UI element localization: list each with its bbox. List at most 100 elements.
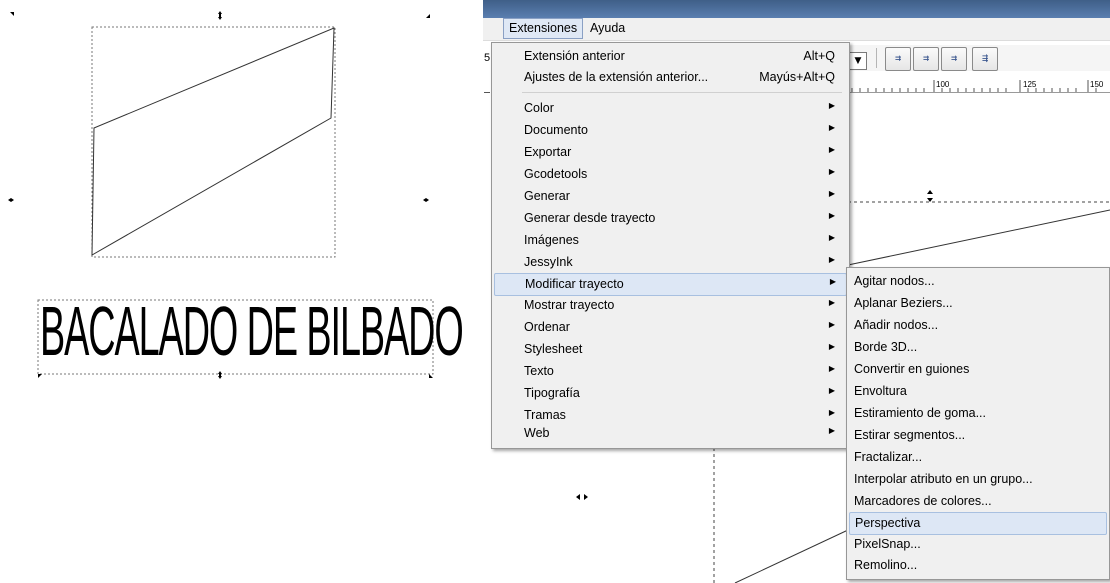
submenu-item-envoltura[interactable]: Envoltura	[849, 381, 1105, 402]
canvas-text-object[interactable]: BACALADO DE BILBADO	[40, 286, 464, 376]
scale-handle[interactable]	[429, 374, 433, 378]
toolbar-separator	[876, 48, 877, 68]
menu-item-color[interactable]: Color ▶	[494, 98, 845, 119]
submenu-item-perspectiva[interactable]: Perspectiva	[849, 512, 1107, 535]
menu-item-imagenes[interactable]: Imágenes ▶	[494, 230, 845, 251]
menu-item-label: Tramas	[524, 408, 566, 422]
submenu-item-label: Remolino...	[854, 558, 918, 572]
submenu-arrow-icon: ▶	[828, 342, 835, 351]
submenu-arrow-icon: ▶	[828, 426, 835, 435]
submenu-arrow-icon: ▶	[828, 233, 835, 242]
submenu-item-label: Marcadores de colores...	[854, 494, 992, 508]
inkscape-window: BACALADO DE BILBADO Extensiones Ayuda 5 …	[0, 0, 1110, 583]
submenu-item-estirar-segmentos[interactable]: Estirar segmentos...	[849, 425, 1105, 446]
submenu-arrow-icon: ▶	[828, 167, 835, 176]
menu-item-label: Documento	[524, 123, 588, 137]
scale-handle[interactable]	[426, 14, 430, 18]
menu-item-label: Color	[524, 101, 554, 115]
submenu-item-label: Envoltura	[854, 384, 907, 398]
align-text-icon[interactable]: ⇉	[941, 47, 967, 71]
menu-item-label: Mostrar trayecto	[524, 298, 615, 312]
menu-item-generar[interactable]: Generar ▶	[494, 186, 845, 207]
submenu-arrow-icon: ▶	[828, 101, 835, 110]
menu-item-label: Generar	[524, 189, 570, 203]
scale-handle[interactable]	[576, 494, 588, 500]
menu-item-label: Tipografía	[524, 386, 580, 400]
menu-item-label: Ajustes de la extensión anterior...	[524, 70, 709, 84]
menu-item-documento[interactable]: Documento ▶	[494, 120, 845, 141]
menu-item-exportar[interactable]: Exportar ▶	[494, 142, 845, 163]
submenu-arrow-icon: ▶	[829, 277, 836, 286]
submenu-item-interpolar-atributo[interactable]: Interpolar atributo en un grupo...	[849, 469, 1105, 490]
menu-item-label: Gcodetools	[524, 167, 588, 181]
menu-item-label: Imágenes	[524, 233, 579, 247]
menu-item-label: Stylesheet	[524, 342, 583, 356]
menu-item-web[interactable]: Web ▶	[494, 423, 845, 444]
path-line	[734, 529, 849, 583]
submenu-arrow-icon: ▶	[828, 408, 835, 417]
submenu-item-convertir-en-guiones[interactable]: Convertir en guiones	[849, 359, 1105, 380]
submenu-arrow-icon: ▶	[828, 145, 835, 154]
path-line	[847, 209, 1110, 266]
submenu-arrow-icon: ▶	[828, 298, 835, 307]
menu-item-label: Ordenar	[524, 320, 570, 334]
submenu-item-fractalizar[interactable]: Fractalizar...	[849, 447, 1105, 468]
chevron-down-icon[interactable]: ▼	[849, 52, 867, 70]
ruler-fragment	[484, 82, 490, 93]
menu-item-shortcut: Mayús+Alt+Q	[759, 70, 835, 84]
menu-item-label: Extensión anterior	[524, 49, 625, 63]
extensions-menu: Extensión anterior Alt+Q Ajustes de la e…	[491, 42, 850, 449]
submenu-item-label: Agitar nodos...	[854, 274, 935, 288]
submenu-arrow-icon: ▶	[828, 386, 835, 395]
menu-item-ajustes-extension-anterior[interactable]: Ajustes de la extensión anterior... Mayú…	[494, 67, 845, 88]
menu-item-jessyink[interactable]: JessyInk ▶	[494, 252, 845, 273]
menu-item-label: Generar desde trayecto	[524, 211, 656, 225]
scale-handle[interactable]	[10, 12, 14, 16]
toolbar-value-fragment: 5	[484, 52, 491, 64]
submenu-arrow-icon: ▶	[828, 255, 835, 264]
submenu-item-pixelsnap[interactable]: PixelSnap...	[849, 534, 1105, 555]
submenu-arrow-icon: ▶	[828, 364, 835, 373]
menu-item-label: Modificar trayecto	[525, 277, 624, 291]
submenu-item-label: Aplanar Beziers...	[854, 296, 953, 310]
submenu-item-borde-3d[interactable]: Borde 3D...	[849, 337, 1105, 358]
scale-handle[interactable]	[218, 11, 222, 20]
align-text-icon[interactable]: ⇉	[913, 47, 939, 71]
menu-ayuda[interactable]: Ayuda	[585, 18, 630, 39]
submenu-item-remolino[interactable]: Remolino...	[849, 555, 1105, 576]
scale-handle[interactable]	[927, 190, 933, 202]
submenu-arrow-icon: ▶	[828, 123, 835, 132]
submenu-arrow-icon: ▶	[828, 189, 835, 198]
parallelogram-shape[interactable]	[91, 27, 335, 256]
menu-item-mostrar-trayecto[interactable]: Mostrar trayecto ▶	[494, 295, 845, 316]
menu-item-label: Web	[524, 426, 550, 440]
submenu-item-anadir-nodos[interactable]: Añadir nodos...	[849, 315, 1105, 336]
submenu-item-aplanar-beziers[interactable]: Aplanar Beziers...	[849, 293, 1105, 314]
submenu-item-estiramiento-de-goma[interactable]: Estiramiento de goma...	[849, 403, 1105, 424]
submenu-item-agitar-nodos[interactable]: Agitar nodos...	[849, 271, 1105, 292]
submenu-arrow-icon: ▶	[828, 320, 835, 329]
menu-item-tipografia[interactable]: Tipografía ▶	[494, 383, 845, 404]
menu-item-stylesheet[interactable]: Stylesheet ▶	[494, 339, 845, 360]
resize-handles[interactable]	[8, 11, 430, 202]
ruler-ticks	[851, 80, 1097, 92]
menu-bar: Extensiones Ayuda	[483, 18, 1110, 41]
scale-handle[interactable]	[8, 198, 14, 202]
align-text-icon[interactable]: ⇉	[885, 47, 911, 71]
menu-item-extension-anterior[interactable]: Extensión anterior Alt+Q	[494, 46, 845, 67]
scale-handle[interactable]	[423, 198, 429, 202]
menu-extensiones[interactable]: Extensiones	[503, 18, 584, 39]
menu-item-modificar-trayecto[interactable]: Modificar trayecto ▶	[494, 273, 847, 296]
menu-separator	[522, 92, 842, 93]
menu-item-gcodetools[interactable]: Gcodetools ▶	[494, 164, 845, 185]
submenu-item-label: Estiramiento de goma...	[854, 406, 987, 420]
align-text-icon[interactable]: ⇶	[972, 47, 998, 71]
submenu-item-marcadores-de-colores[interactable]: Marcadores de colores...	[849, 491, 1105, 512]
menu-item-label: JessyInk	[524, 255, 573, 269]
menu-item-texto[interactable]: Texto ▶	[494, 361, 845, 382]
submenu-item-label: Borde 3D...	[854, 340, 918, 354]
menu-item-ordenar[interactable]: Ordenar ▶	[494, 317, 845, 338]
menu-item-generar-desde-trayecto[interactable]: Generar desde trayecto ▶	[494, 208, 845, 229]
submenu-item-label: PixelSnap...	[854, 537, 921, 551]
modify-path-submenu: Agitar nodos... Aplanar Beziers... Añadi…	[846, 267, 1110, 580]
